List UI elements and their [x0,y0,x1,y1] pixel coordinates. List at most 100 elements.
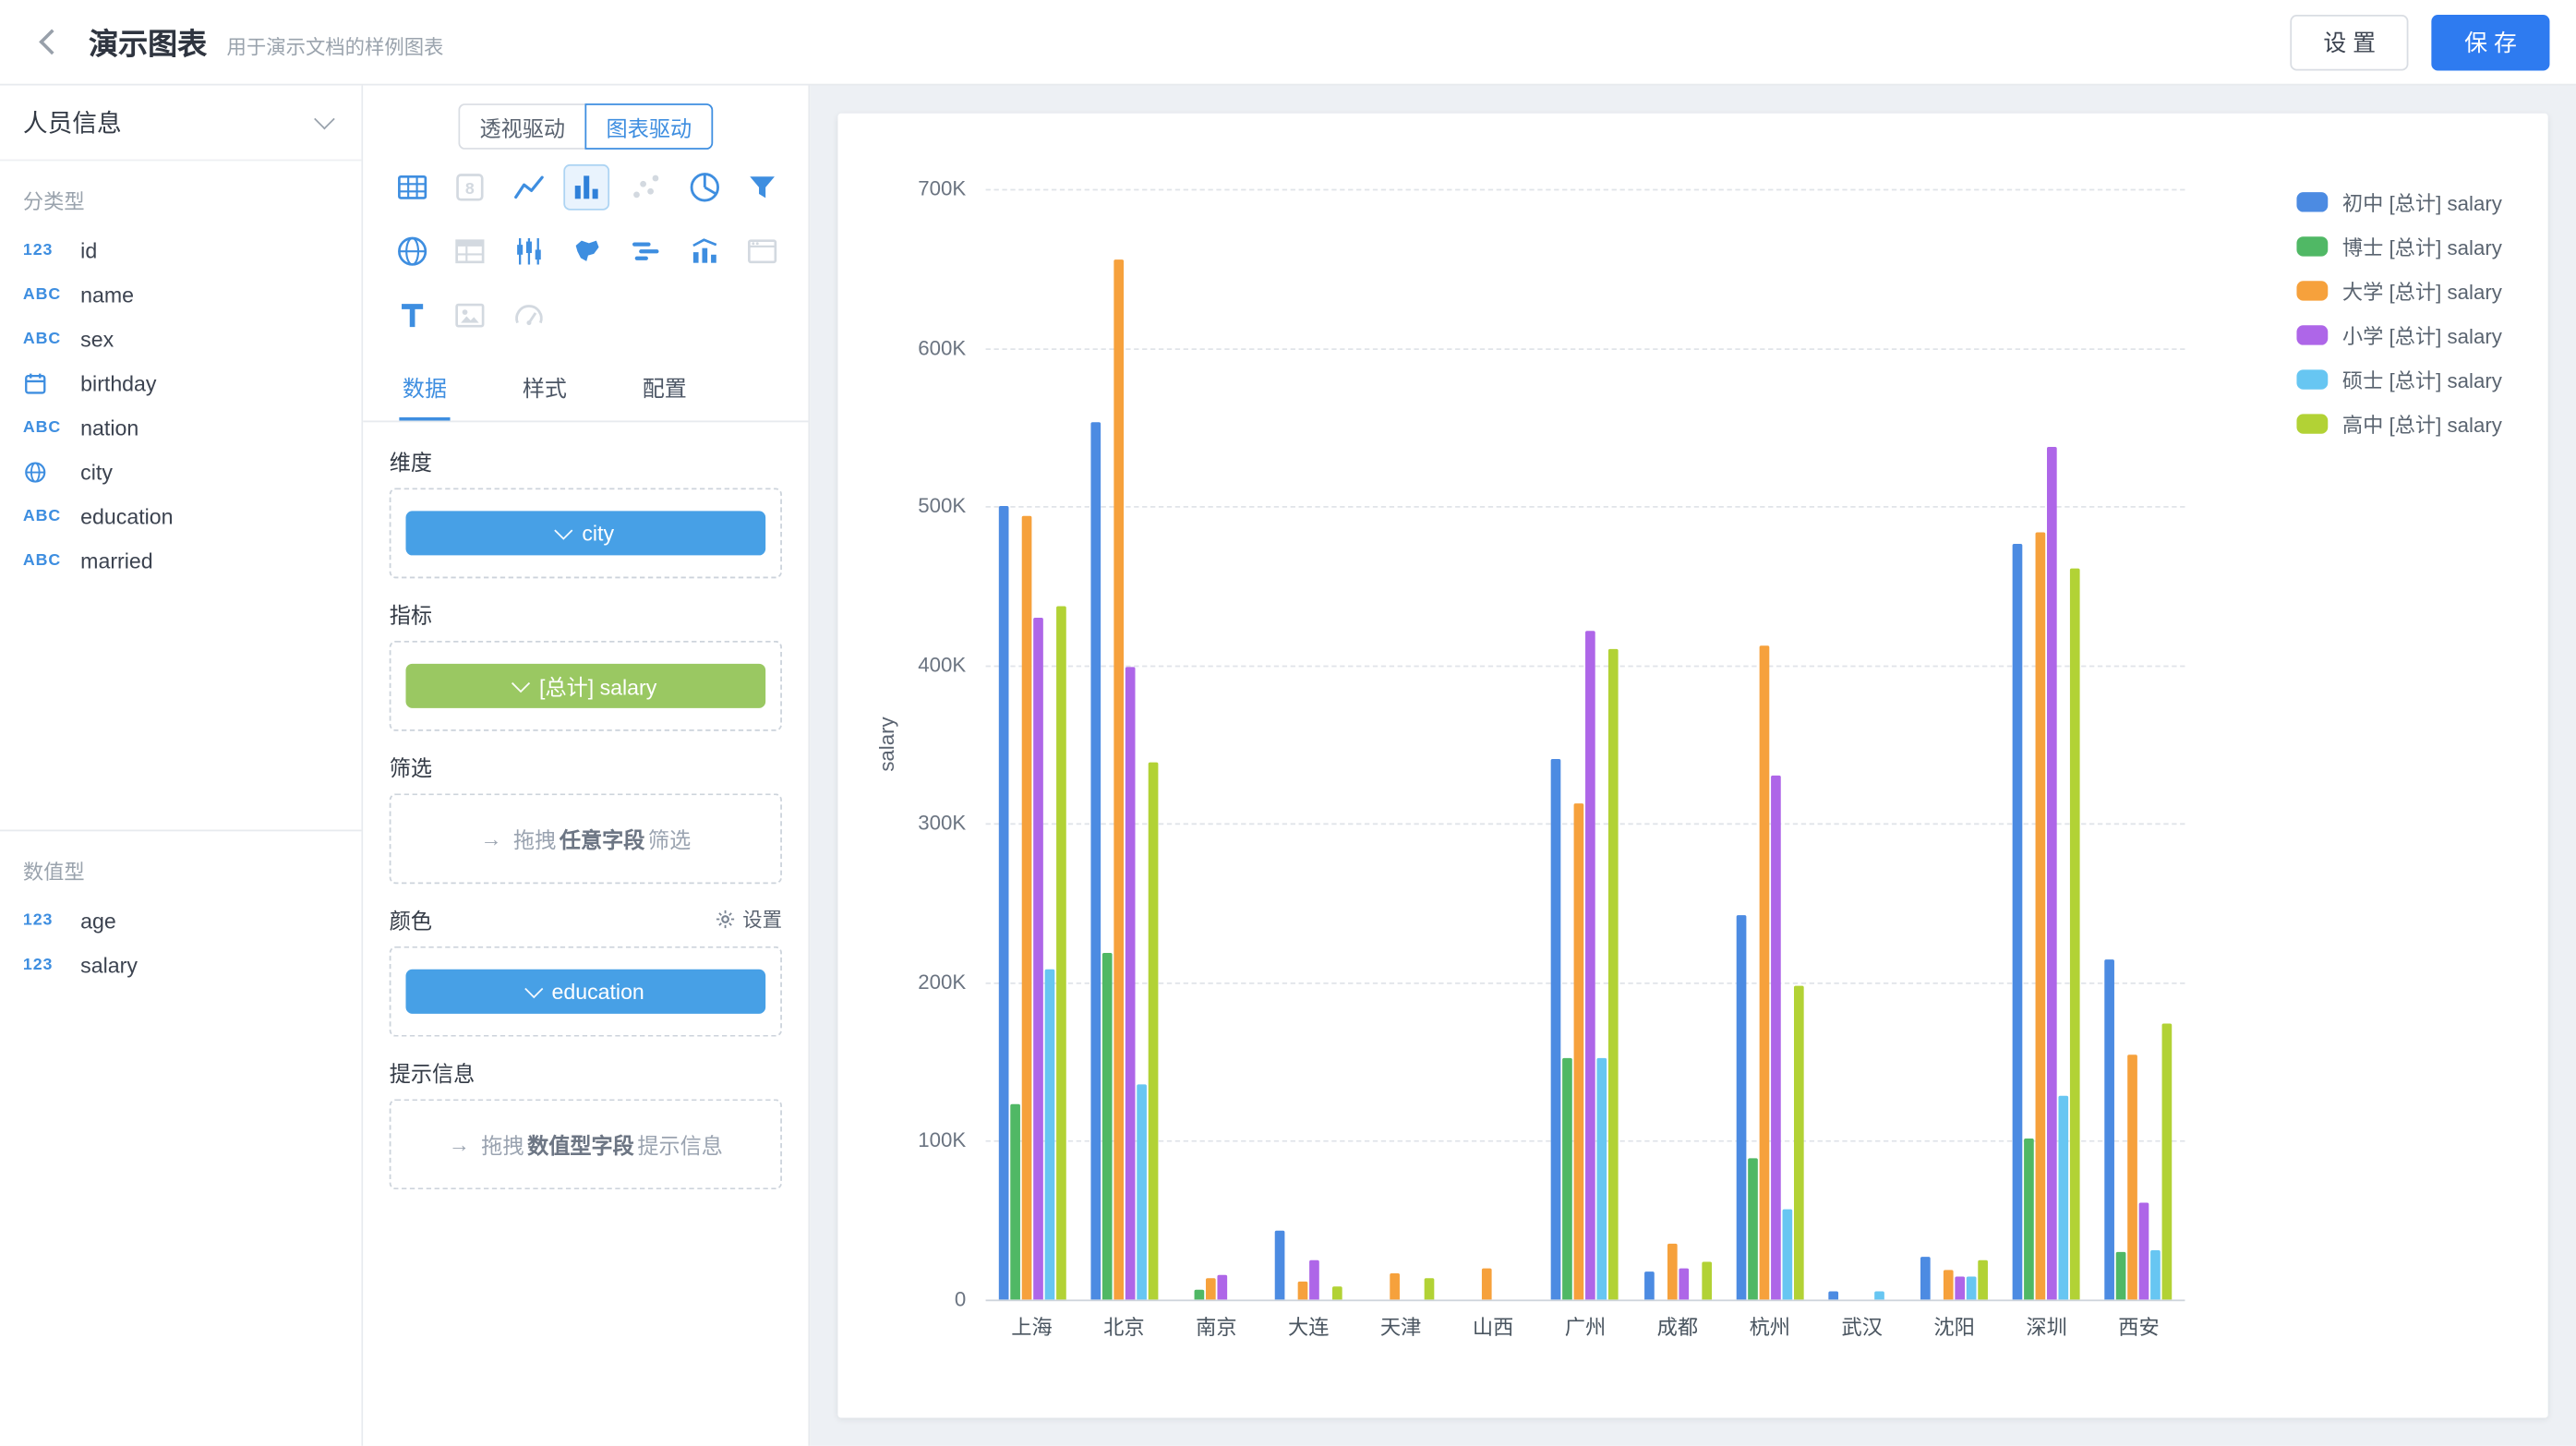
field-item-name[interactable]: ABCname [0,272,361,317]
bar[interactable] [1148,763,1158,1300]
legend-item[interactable]: 初中 [总计] salary [2296,179,2502,223]
bar[interactable] [1113,259,1124,1299]
bar[interactable] [1137,1084,1147,1299]
bar[interactable] [1563,1058,1573,1300]
legend-item[interactable]: 小学 [总计] salary [2296,312,2502,356]
bar[interactable] [1021,516,1031,1300]
bar[interactable] [1967,1277,1977,1300]
bar[interactable] [1736,915,1746,1299]
chart-type-table[interactable] [391,166,433,209]
legend-item[interactable]: 大学 [总计] salary [2296,268,2502,312]
tab-style[interactable]: 样式 [519,356,570,420]
bar[interactable] [1782,1210,1792,1300]
chart-type-map-chart[interactable] [566,230,608,272]
color-dropzone[interactable]: education [390,946,782,1037]
metric-dropzone[interactable]: [总计] salary [390,641,782,731]
bar[interactable] [1944,1270,1954,1299]
bar[interactable] [1748,1158,1758,1299]
bar[interactable] [1597,1058,1607,1300]
chart-type-word-cloud[interactable] [624,230,667,272]
bar[interactable] [1609,649,1619,1300]
bar[interactable] [1332,1286,1342,1299]
field-item-id[interactable]: 123id [0,228,361,272]
chart-type-radar-chart[interactable] [391,230,433,272]
field-item-education[interactable]: ABCeducation [0,495,361,539]
bar[interactable] [1643,1271,1654,1299]
bar[interactable] [1771,776,1781,1300]
bar[interactable] [1217,1275,1227,1300]
bar[interactable] [1702,1262,1712,1300]
bar[interactable] [2139,1202,2149,1299]
bar[interactable] [1309,1260,1319,1300]
bar[interactable] [998,506,1008,1299]
field-item-married[interactable]: ABCmarried [0,539,361,584]
field-item-birthday[interactable]: birthday [0,361,361,405]
bar[interactable] [2162,1024,2173,1300]
bar[interactable] [1425,1278,1435,1299]
field-item-age[interactable]: 123age [0,898,361,943]
field-item-sex[interactable]: ABCsex [0,317,361,361]
bar[interactable] [2070,569,2080,1300]
field-item-city[interactable]: city [0,451,361,495]
bar[interactable] [2151,1250,2161,1299]
color-settings-button[interactable]: 设置 [715,905,782,933]
legend-item[interactable]: 高中 [总计] salary [2296,401,2502,445]
bar[interactable] [1586,631,1596,1299]
save-button[interactable]: 保 存 [2432,14,2550,69]
bar[interactable] [1920,1257,1931,1299]
bar[interactable] [1483,1269,1493,1300]
tab-config[interactable]: 配置 [639,356,690,420]
bar[interactable] [1298,1282,1308,1300]
bar[interactable] [1206,1278,1216,1299]
tab-pivot-driven[interactable]: 透视驱动 [458,103,584,150]
chart-type-combo-chart[interactable] [683,230,726,272]
bar[interactable] [1090,422,1101,1299]
bar[interactable] [1574,803,1584,1299]
dimension-pill[interactable]: city [405,511,765,555]
dataset-selector[interactable]: 人员信息 [0,86,361,162]
bar[interactable] [1390,1273,1401,1299]
bar[interactable] [1552,759,1562,1299]
bar[interactable] [2128,1054,2138,1299]
bar[interactable] [2105,959,2115,1299]
back-button[interactable] [26,18,75,66]
filter-dropzone[interactable]: → 拖拽 任意字段 筛选 [390,793,782,884]
bar[interactable] [2116,1252,2126,1300]
metric-pill[interactable]: [总计] salary [405,664,765,708]
chart-type-bar-chart[interactable] [566,166,608,209]
legend-item[interactable]: 硕士 [总计] salary [2296,356,2502,401]
bar[interactable] [1194,1290,1204,1300]
bar[interactable] [1055,607,1065,1300]
color-pill[interactable]: education [405,970,765,1014]
bar[interactable] [1978,1260,1988,1300]
bar[interactable] [2036,532,2046,1299]
bar[interactable] [1032,618,1042,1299]
bar[interactable] [1275,1231,1285,1300]
chart-type-candlestick-chart[interactable] [508,230,550,272]
bar[interactable] [2013,544,2023,1299]
field-item-salary[interactable]: 123salary [0,943,361,987]
bar[interactable] [1679,1269,1689,1300]
chart-type-line-chart[interactable] [508,166,550,209]
bar[interactable] [1956,1277,1966,1300]
bar[interactable] [1125,667,1135,1299]
bar[interactable] [1759,645,1769,1299]
bar[interactable] [1044,970,1054,1300]
chart-type-funnel-chart[interactable] [741,166,784,209]
bar[interactable] [2025,1139,2035,1299]
chart-type-pie-chart[interactable] [683,166,726,209]
bar[interactable] [2047,447,2057,1299]
settings-button[interactable]: 设 置 [2291,14,2409,69]
dimension-dropzone[interactable]: city [390,488,782,578]
bar[interactable] [1101,953,1112,1299]
tab-data[interactable]: 数据 [399,356,450,420]
bar[interactable] [1828,1292,1838,1300]
bar[interactable] [2059,1096,2069,1300]
chart-type-text[interactable] [391,294,433,336]
bar[interactable] [1667,1244,1677,1299]
bar[interactable] [1794,986,1804,1300]
tab-chart-driven[interactable]: 图表驱动 [584,103,713,150]
bar[interactable] [1009,1104,1019,1300]
bar[interactable] [1874,1292,1884,1300]
field-item-nation[interactable]: ABCnation [0,405,361,450]
